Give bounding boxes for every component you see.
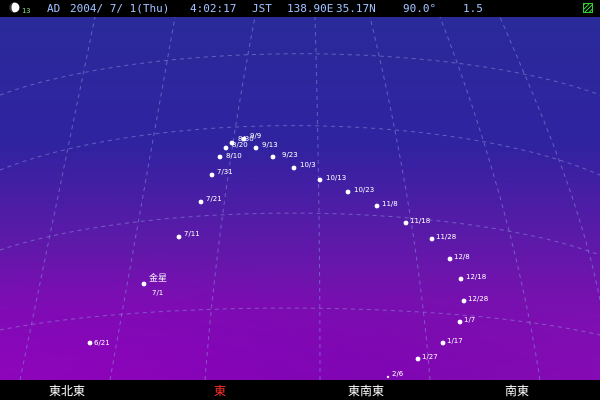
planet-position-marker[interactable] [317,177,323,183]
path-point[interactable]: 1/17 [440,337,463,346]
planet-position-marker[interactable] [447,256,453,262]
planet-position-marker[interactable] [176,234,182,240]
planet-position-marker[interactable] [270,154,276,160]
planet-position-marker[interactable] [386,375,390,379]
date-label: 6/21 [94,339,110,347]
planet-position-marker[interactable] [458,276,464,282]
date-label: 11/8 [382,200,398,208]
path-point[interactable]: 9/9 [241,132,262,142]
sky-overlay: 6/217/17/117/217/318/108/208/309/99/139/… [0,16,600,381]
planet-position-marker[interactable] [440,340,446,346]
path-point[interactable]: 1/27 [415,353,438,362]
path-point[interactable]: 12/28 [461,295,489,304]
date-label: 7/31 [217,168,233,176]
path-point[interactable]: 9/13 [253,141,278,151]
path-point[interactable]: 11/28 [429,233,457,242]
azimuth-grid-line [499,16,600,301]
date-label: 11/28 [436,233,456,241]
date-label: 8/10 [226,152,242,160]
date-label: 12/28 [468,295,488,303]
date-label: 10/3 [300,161,316,169]
altitude-grid-line [0,307,600,336]
planet-position-marker[interactable] [223,145,229,151]
coordinate-grid [0,16,600,381]
planet-position-marker[interactable] [415,356,421,362]
planet-position-marker[interactable] [253,145,259,151]
date-label: 7/1 [152,289,163,297]
direction-ese: 東南東 [348,384,385,398]
planet-name-label: 金星 [149,272,167,284]
path-point[interactable]: 12/18 [458,273,487,282]
date-label: 9/13 [262,141,278,149]
direction-east: 東 [214,384,227,398]
date-label: 11/18 [410,217,430,225]
planet-position-marker[interactable] [198,199,204,205]
planet-position-marker[interactable] [229,140,235,146]
date-label: 2/6 [392,370,404,378]
planet-position-marker[interactable] [209,172,215,178]
planet-position-marker[interactable] [241,136,247,142]
planet-position-marker[interactable] [217,154,223,160]
path-point[interactable]: 10/13 [317,174,347,183]
planet-position-marker[interactable] [429,236,435,242]
planet-position-marker[interactable] [141,281,147,287]
path-point[interactable]: 10/3 [291,161,316,171]
path-point[interactable]: 6/21 [87,339,110,347]
path-point[interactable]: 7/21 [198,195,222,205]
path-point[interactable]: 10/23 [345,186,375,195]
path-point[interactable]: 2/6 [386,370,404,379]
direction-se: 南東 [505,384,530,398]
azimuth-grid-line [314,16,321,381]
azimuth-grid-line [439,16,541,381]
altitude-grid-line [0,212,600,256]
azimuth-grid-line [19,16,96,381]
date-label: 10/23 [354,186,374,194]
date-label: 10/13 [326,174,346,182]
path-point[interactable]: 8/10 [217,152,242,160]
path-point[interactable]: 1/7 [457,316,476,325]
date-label: 7/21 [206,195,222,203]
altitude-grid-line [0,53,600,96]
planet-position-marker[interactable] [374,203,380,209]
path-point[interactable]: 11/8 [374,200,398,209]
date-label: 9/9 [250,132,261,140]
date-label: 1/17 [447,337,463,345]
path-point[interactable]: 7/11 [176,230,200,240]
planet-position-marker[interactable] [345,189,351,195]
date-label: 12/18 [466,273,486,281]
planet-position-marker[interactable] [457,319,463,325]
path-point[interactable]: 9/23 [270,151,298,160]
venus-path: 6/217/17/117/217/318/108/208/309/99/139/… [87,132,489,379]
date-label: 12/8 [454,253,470,261]
azimuth-grid-line [369,16,431,381]
planet-position-marker[interactable] [291,165,297,171]
path-point[interactable]: 7/31 [209,168,233,178]
planetarium-window: 13 AD 2004/ 7/ 1(Thu) 4:02:17 JST 138.90… [0,0,600,400]
direction-ene: 東北東 [49,384,86,398]
path-point[interactable]: 12/8 [447,253,470,262]
planet-position-marker[interactable] [87,340,93,346]
date-label: 9/23 [282,151,298,159]
date-label: 7/11 [184,230,200,238]
azimuth-grid-line [109,16,176,381]
planet-position-marker[interactable] [461,298,467,304]
planet-position-marker[interactable] [403,220,409,226]
date-label: 1/7 [464,316,475,324]
date-label: 1/27 [422,353,438,361]
